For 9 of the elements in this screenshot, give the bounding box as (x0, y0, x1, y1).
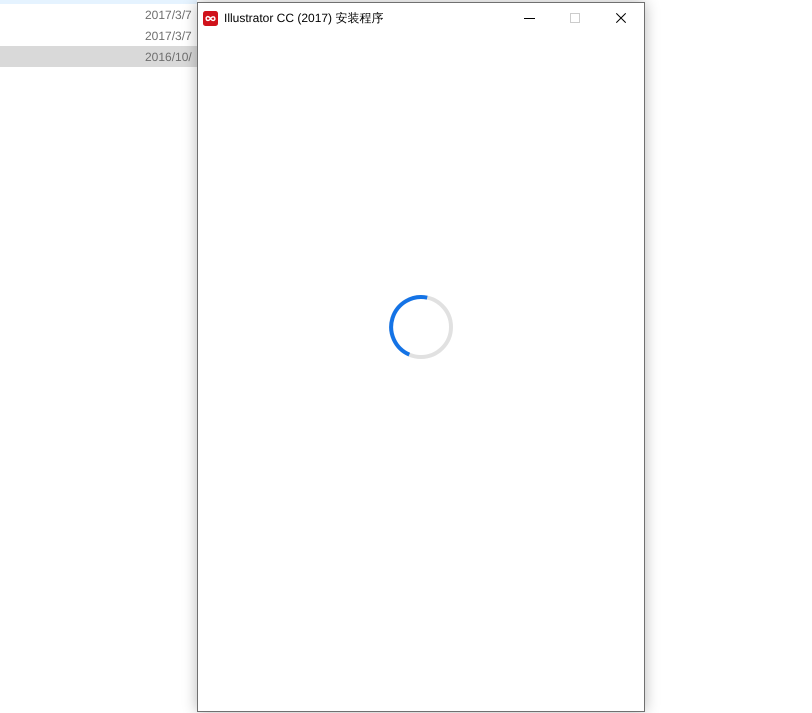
date-text: 2017/3/7 (145, 8, 192, 22)
window-title: Illustrator CC (2017) 安装程序 (224, 10, 384, 26)
app-logo-icon (203, 10, 218, 26)
date-text: 2016/10/ (145, 50, 192, 64)
close-icon (616, 13, 626, 23)
list-row[interactable]: 2016/10/ (0, 46, 197, 67)
spinner-icon (389, 295, 453, 359)
maximize-icon (570, 13, 580, 23)
date-text: 2017/3/7 (145, 28, 192, 42)
